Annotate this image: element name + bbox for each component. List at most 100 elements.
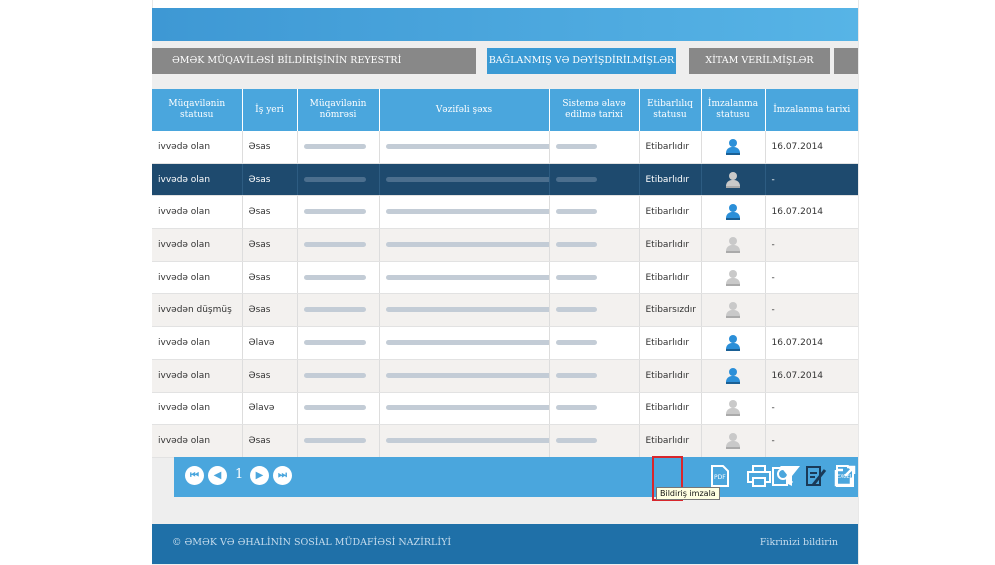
filter-icon[interactable]	[778, 464, 802, 488]
cell-workplace: Əsas	[242, 293, 298, 328]
redacted-value	[385, 176, 548, 182]
cell-sign-status	[701, 131, 766, 164]
tab-bar: ƏMƏK MÜQAVİLƏSİ BİLDİRİŞİNİN REYESTRİ BA…	[152, 48, 858, 74]
cell-validity-status: Etibarlıdır	[639, 359, 702, 393]
first-page-icon: ⏮	[190, 470, 199, 481]
redacted-value	[555, 405, 598, 411]
cell-workplace: Əsas	[242, 424, 298, 458]
redacted-value	[555, 176, 598, 182]
cell-sign-status	[701, 163, 766, 197]
footer-copyright: © ƏMƏK VƏ ƏHALİNİN SOSİAL MÜDAFİƏSİ NAZİ…	[172, 537, 452, 548]
sign-tooltip: Bildiriş imzala	[656, 487, 720, 500]
user-signature-icon[interactable]	[725, 204, 741, 221]
table-row[interactable]: ivvədə olan Əsas Etibarlıdır -	[152, 424, 858, 458]
table-row[interactable]: ivvədə olan Əsas Etibarlıdır 16.07.2014	[152, 195, 858, 230]
tab-more[interactable]	[834, 48, 858, 74]
cell-contract-number	[297, 163, 380, 197]
redacted-value	[303, 274, 366, 280]
header-sign-date[interactable]: İmzalanma tarixi	[765, 89, 858, 131]
sign-notification-icon[interactable]	[804, 464, 828, 488]
cell-sign-status	[701, 293, 766, 328]
cell-validity-status: Etibarlıdır	[639, 424, 702, 458]
user-signature-icon[interactable]	[725, 302, 741, 319]
redacted-value	[303, 143, 366, 149]
cell-workplace: Əsas	[242, 195, 298, 230]
redacted-value	[385, 209, 548, 215]
table-row[interactable]: ivvədə olan Əsas Etibarlıdır 16.07.2014	[152, 131, 858, 164]
table-row[interactable]: ivvədə olan Əlavə Etibarlıdır 16.07.2014	[152, 326, 858, 360]
redacted-value	[385, 372, 548, 378]
prev-page-icon: ◀	[213, 470, 222, 481]
redacted-value	[555, 307, 598, 313]
cell-contract-status: ivvədə olan	[152, 359, 243, 393]
header-contract-status[interactable]: Müqavilənin statusu	[152, 89, 243, 131]
cell-official	[379, 326, 550, 360]
table-row[interactable]: ivvədə olan Əlavə Etibarlıdır -	[152, 392, 858, 426]
header-sign-status[interactable]: İmzalanma statusu	[701, 89, 766, 131]
user-signature-icon[interactable]	[725, 138, 741, 155]
last-page-button[interactable]: ⏭	[273, 466, 292, 485]
tab-connected-modified[interactable]: BAĞLANMIŞ VƏ DƏYİŞDİRİLMİŞLƏR	[487, 48, 676, 74]
table-row[interactable]: ivvədə olan Əsas Etibarlıdır -	[152, 163, 858, 197]
cell-official	[379, 293, 550, 328]
cell-workplace: Əsas	[242, 359, 298, 393]
user-signature-icon[interactable]	[725, 334, 741, 351]
contracts-table: Müqavilənin statusu İş yeri Müqavilənin …	[152, 89, 858, 458]
browser-margin-right	[858, 0, 995, 565]
tab-registry[interactable]: ƏMƏK MÜQAVİLƏSİ BİLDİRİŞİNİN REYESTRİ	[152, 48, 476, 74]
pdf-export-icon[interactable]: PDF	[708, 464, 732, 488]
cell-contract-number	[297, 131, 380, 164]
table-row[interactable]: ivvədə olan Əsas Etibarlıdır -	[152, 261, 858, 295]
user-signature-icon[interactable]	[725, 269, 741, 286]
header-contract-number[interactable]: Müqavilənin nömrəsi	[297, 89, 380, 131]
table-row[interactable]: ivvədə olan Əsas Etibarlıdır 16.07.2014	[152, 359, 858, 393]
cell-official	[379, 228, 550, 262]
cell-workplace: Əsas	[242, 261, 298, 295]
table-row[interactable]: ivvədən düşmüş Əsas Etibarsızdır -	[152, 293, 858, 328]
user-signature-icon[interactable]	[725, 236, 741, 253]
cell-added-date	[549, 261, 640, 295]
redacted-value	[385, 438, 548, 444]
redacted-value	[385, 274, 548, 280]
header-validity-status[interactable]: Etibarlılıq statusu	[639, 89, 702, 131]
next-page-button[interactable]: ▶	[250, 466, 269, 485]
header-official[interactable]: Vəzifəli şəxs	[379, 89, 550, 131]
cell-contract-status: ivvədə olan	[152, 228, 243, 262]
cell-validity-status: Etibarlıdır	[639, 163, 702, 197]
cell-added-date	[549, 195, 640, 230]
header-added-date[interactable]: Sistemə əlavə edilmə tarixi	[549, 89, 640, 131]
header-workplace[interactable]: İş yeri	[242, 89, 298, 131]
cell-added-date	[549, 163, 640, 197]
redacted-value	[555, 241, 598, 247]
table-row[interactable]: ivvədə olan Əsas Etibarlıdır -	[152, 228, 858, 262]
user-signature-icon[interactable]	[725, 171, 741, 188]
redacted-value	[303, 372, 366, 378]
cell-contract-status: ivvədə olan	[152, 131, 243, 164]
cell-sign-date: -	[765, 228, 858, 262]
cell-official	[379, 359, 550, 393]
table-header-row: Müqavilənin statusu İş yeri Müqavilənin …	[152, 89, 858, 131]
cell-contract-status: ivvədə olan	[152, 195, 243, 230]
prev-page-button[interactable]: ◀	[208, 466, 227, 485]
cell-sign-status	[701, 392, 766, 426]
user-signature-icon[interactable]	[725, 433, 741, 450]
cell-contract-status: ivvədə olan	[152, 326, 243, 360]
user-signature-icon[interactable]	[725, 400, 741, 417]
tab-terminated[interactable]: XİTAM VERİLMİŞLƏR	[689, 48, 830, 74]
redacted-value	[303, 438, 366, 444]
print-icon[interactable]	[746, 464, 772, 488]
cell-added-date	[549, 326, 640, 360]
cell-contract-status: ivvədə olan	[152, 392, 243, 426]
excel-export-icon[interactable]: EXCEL	[833, 464, 857, 488]
user-signature-icon[interactable]	[725, 367, 741, 384]
cell-validity-status: Etibarsızdır	[639, 293, 702, 328]
cell-contract-number	[297, 293, 380, 328]
cell-contract-number	[297, 424, 380, 458]
first-page-button[interactable]: ⏮	[185, 466, 204, 485]
browser-margin-left	[0, 0, 153, 565]
feedback-link[interactable]: Fikrinizi bildirin	[760, 537, 838, 548]
cell-sign-date: 16.07.2014	[765, 131, 858, 164]
cell-validity-status: Etibarlıdır	[639, 261, 702, 295]
cell-contract-status: ivvədə olan	[152, 424, 243, 458]
cell-contract-status: ivvədə olan	[152, 163, 243, 197]
